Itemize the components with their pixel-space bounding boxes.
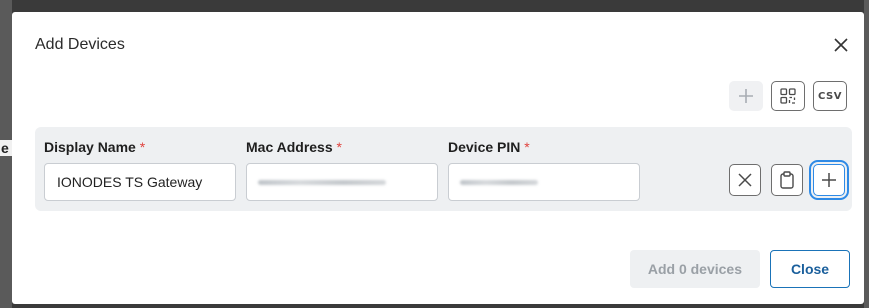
plus-icon (822, 173, 836, 187)
remove-row-button[interactable] (729, 164, 761, 196)
add-devices-button[interactable]: Add 0 devices (629, 250, 760, 288)
dialog-title: Add Devices (35, 36, 125, 53)
paste-button[interactable] (771, 164, 803, 196)
close-icon (738, 173, 752, 187)
display-name-field: Display Name * (44, 139, 236, 201)
backdrop-right (864, 0, 869, 308)
mac-address-label: Mac Address * (246, 139, 438, 157)
csv-label: CSV (818, 90, 842, 102)
device-pin-field: Device PIN * (448, 139, 640, 201)
required-mark: * (139, 139, 146, 155)
display-name-label-text: Display Name (44, 139, 136, 155)
mac-address-field: Mac Address * (246, 139, 438, 201)
device-pin-label: Device PIN * (448, 139, 640, 157)
display-name-label: Display Name * (44, 139, 236, 157)
device-pin-label-text: Device PIN (448, 139, 521, 155)
required-mark: * (524, 139, 530, 155)
plus-icon (739, 89, 753, 103)
add-row-toolbar-button[interactable] (729, 81, 763, 111)
redacted-mac-value (258, 180, 386, 185)
mac-address-input-wrap (246, 163, 438, 201)
import-csv-button[interactable]: CSV (813, 81, 847, 111)
scan-qr-button[interactable] (771, 81, 805, 111)
device-row: Display Name * Mac Address * Device PIN … (35, 127, 852, 211)
qr-code-icon (780, 88, 796, 104)
device-pin-input-wrap (448, 163, 640, 201)
mac-address-label-text: Mac Address (246, 139, 333, 155)
close-icon (834, 38, 848, 52)
row-actions (729, 160, 849, 200)
redacted-pin-value (460, 180, 538, 185)
clipboard-icon (780, 171, 794, 189)
add-row-button[interactable] (809, 160, 849, 200)
add-devices-dialog: Add Devices CSV Display Name * IONODES T… (12, 12, 864, 304)
close-dialog-button[interactable] (830, 34, 852, 56)
display-name-input[interactable] (44, 163, 236, 201)
required-mark: * (336, 139, 342, 155)
close-button[interactable]: Close (770, 250, 850, 288)
toolbar: CSV (729, 81, 847, 111)
dialog-footer: Add 0 devices Close (629, 250, 850, 288)
